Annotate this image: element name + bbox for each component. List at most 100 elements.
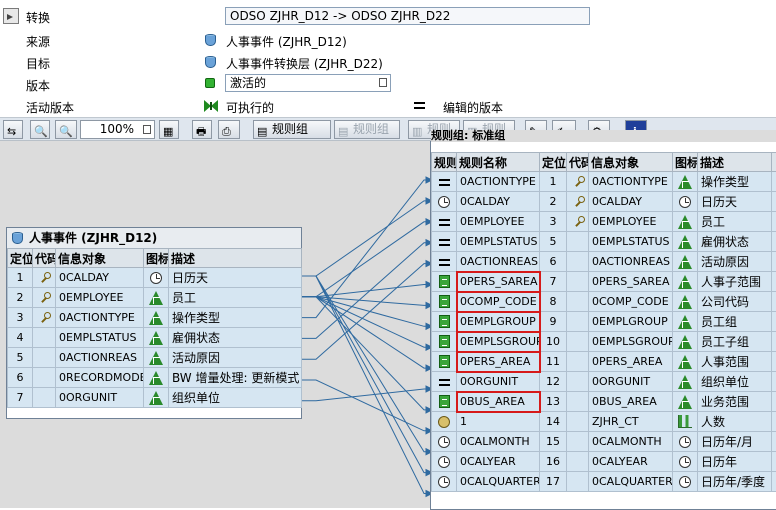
rules-col-header[interactable]: 代码	[567, 153, 589, 172]
rule-row[interactable]: 0EMPLOYEE30EMPLOYEE员工	[432, 212, 776, 232]
source-col-header[interactable]: 代码	[33, 249, 56, 268]
source-table: 定位代码信息对象图标描述 10CALDAY日历天20EMPLOYEE员工30AC…	[7, 248, 302, 408]
rule-row[interactable]: 114ZJHR_CT人数	[432, 412, 776, 432]
rule-type-cell[interactable]	[432, 332, 457, 352]
rule-name[interactable]: 0EMPLSGROUP	[457, 332, 540, 352]
source-row[interactable]: 70ORGUNIT组织单位	[8, 388, 302, 408]
rules-col-header[interactable]: 规则名称	[457, 153, 540, 172]
rule-row[interactable]: 0EMPLSTATUS50EMPLSTATUS雇佣状态	[432, 232, 776, 252]
print-button[interactable]: 🖶	[192, 120, 212, 139]
source-row[interactable]: 10CALDAY日历天	[8, 268, 302, 288]
key-icon	[572, 196, 584, 208]
rule-icon-cell	[673, 312, 698, 332]
rule-name[interactable]: 0BUS_AREA	[457, 392, 540, 412]
source-col-header[interactable]: 信息对象	[56, 249, 144, 268]
rule-type-cell[interactable]	[432, 412, 457, 432]
rule-row[interactable]: 0PERS_AREA110PERS_AREA人事范围	[432, 352, 776, 372]
grid-button[interactable]: ▦	[159, 120, 179, 139]
rule-row[interactable]: 0CALQUARTER170CALQUARTER日历年/季度	[432, 472, 776, 492]
source-col-header[interactable]: 描述	[169, 249, 302, 268]
source-row[interactable]: 20EMPLOYEE员工	[8, 288, 302, 308]
rules-col-header[interactable]: 信息对象	[589, 153, 673, 172]
rule-row[interactable]: 0BUS_AREA130BUS_AREA业务范围	[432, 392, 776, 412]
rule-name[interactable]: 0ACTIONREAS	[457, 252, 540, 272]
version-label: 版本	[26, 77, 50, 94]
rules-col-header[interactable]: 规则	[432, 153, 457, 172]
zoom-dropdown-icon[interactable]	[143, 125, 151, 134]
rule-name[interactable]: 1	[457, 412, 540, 432]
rule-type-cell[interactable]	[432, 432, 457, 452]
rule-row[interactable]: 0EMPLGROUP90EMPLGROUP员工组	[432, 312, 776, 332]
rule-icon-cell	[673, 412, 698, 432]
rules-col-header[interactable]: 描述	[698, 153, 772, 172]
rule-name[interactable]: 0COMP_CODE	[457, 292, 540, 312]
rule-name[interactable]: 0ACTIONTYPE	[457, 172, 540, 192]
rule-type-cell[interactable]	[432, 452, 457, 472]
rule-name[interactable]: 0CALYEAR	[457, 452, 540, 472]
rules-col-header[interactable]: 图标	[673, 153, 698, 172]
source-infoobject: 0RECORDMODE	[56, 368, 144, 388]
rules-col-header[interactable]: 定位	[540, 153, 567, 172]
print-preview-button[interactable]: ⎙	[218, 120, 240, 139]
conversion-field[interactable]: ODSO ZJHR_D12 -> ODSO ZJHR_D22	[225, 7, 590, 25]
rule-key-cell	[567, 232, 589, 252]
rule-type-cell[interactable]	[432, 312, 457, 332]
rule-name[interactable]: 0CALDAY	[457, 192, 540, 212]
source-col-header[interactable]: 图标	[144, 249, 169, 268]
rule-group-disabled-button[interactable]: ▤规则组	[334, 120, 400, 139]
expand-toggle-icon[interactable]	[3, 8, 19, 24]
version-field[interactable]: 激活的	[225, 74, 391, 92]
rule-row[interactable]: 0ACTIONREAS60ACTIONREAS活动原因	[432, 252, 776, 272]
rule-name[interactable]: 0CALMONTH	[457, 432, 540, 452]
rule-row[interactable]: 0ACTIONTYPE10ACTIONTYPE操作类型	[432, 172, 776, 192]
rule-desc: 员工	[698, 212, 772, 232]
rule-name[interactable]: 0EMPLOYEE	[457, 212, 540, 232]
source-row[interactable]: 40EMPLSTATUS雇佣状态	[8, 328, 302, 348]
rule-type-cell[interactable]	[432, 192, 457, 212]
clock-icon	[438, 476, 450, 488]
rule-type-cell[interactable]	[432, 232, 457, 252]
rule-row[interactable]: 0CALDAY20CALDAY日历天	[432, 192, 776, 212]
rule-type-cell[interactable]	[432, 272, 457, 292]
rule-type-cell[interactable]	[432, 172, 457, 192]
source-pos: 2	[8, 288, 33, 308]
rule-desc: 雇佣状态	[698, 232, 772, 252]
rule-name[interactable]: 0CALQUARTER	[457, 472, 540, 492]
source-row[interactable]: 30ACTIONTYPE操作类型	[8, 308, 302, 328]
rule-name[interactable]: 0PERS_AREA	[457, 352, 540, 372]
source-icon-cell	[144, 368, 169, 388]
rule-name[interactable]: 0PERS_SAREA	[457, 272, 540, 292]
adjust-button[interactable]: ⇆	[3, 120, 23, 139]
rule-name[interactable]: 0EMPLSTATUS	[457, 232, 540, 252]
database-icon	[12, 232, 23, 244]
rule-type-cell[interactable]	[432, 372, 457, 392]
rule-extra-cell	[772, 192, 776, 212]
rule-desc: 员工子组	[698, 332, 772, 352]
triangle-icon	[678, 175, 692, 189]
zoom-out-button[interactable]: 🔍	[55, 120, 77, 139]
rule-type-cell[interactable]	[432, 352, 457, 372]
zoom-field[interactable]: 100%	[80, 120, 155, 139]
rule-name[interactable]: 0ORGUNIT	[457, 372, 540, 392]
rule-type-cell[interactable]	[432, 472, 457, 492]
rule-group-button[interactable]: ▤规则组	[253, 120, 331, 139]
rule-type-cell[interactable]	[432, 292, 457, 312]
rule-extra-cell	[772, 272, 776, 292]
rule-type-cell[interactable]	[432, 392, 457, 412]
rule-pos: 14	[540, 412, 567, 432]
rule-type-cell[interactable]	[432, 212, 457, 232]
rule-name[interactable]: 0EMPLGROUP	[457, 312, 540, 332]
rule-row[interactable]: 0COMP_CODE80COMP_CODE公司代码	[432, 292, 776, 312]
rule-row[interactable]: 0ORGUNIT120ORGUNIT组织单位	[432, 372, 776, 392]
source-row[interactable]: 60RECORDMODEBW 增量处理: 更新模式	[8, 368, 302, 388]
zoom-in-button[interactable]: 🔍	[30, 120, 50, 139]
rule-row[interactable]: 0CALYEAR160CALYEAR日历年	[432, 452, 776, 472]
rule-row[interactable]: 0CALMONTH150CALMONTH日历年/月	[432, 432, 776, 452]
source-row[interactable]: 50ACTIONREAS活动原因	[8, 348, 302, 368]
rule-row[interactable]: 0EMPLSGROUP100EMPLSGROUP员工子组	[432, 332, 776, 352]
rule-type-cell[interactable]	[432, 252, 457, 272]
source-col-header[interactable]: 定位	[8, 249, 33, 268]
rule-pos: 6	[540, 252, 567, 272]
rule-row[interactable]: 0PERS_SAREA70PERS_SAREA人事子范围	[432, 272, 776, 292]
dropdown-icon[interactable]	[379, 78, 387, 87]
